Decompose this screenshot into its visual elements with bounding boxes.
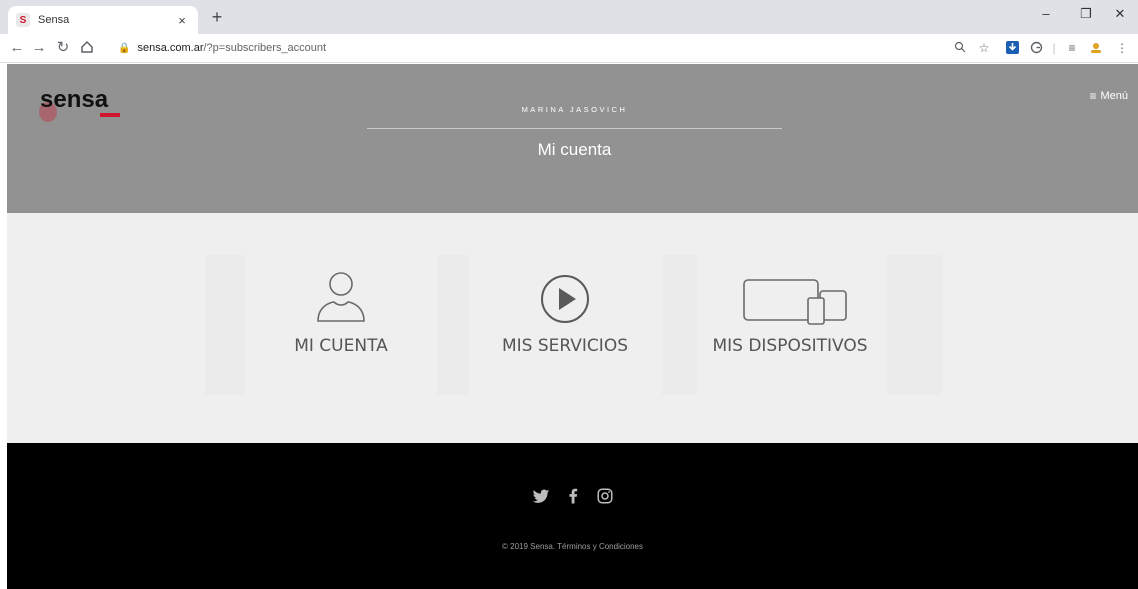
browser-tabstrip: S Sensa × + – ❐ ✕ bbox=[0, 0, 1138, 34]
restore-button[interactable]: ❐ bbox=[1072, 6, 1100, 22]
tab-close-icon[interactable]: × bbox=[174, 13, 190, 28]
devices-icon bbox=[743, 279, 847, 325]
bookmark-star-icon[interactable]: ☆ bbox=[976, 41, 992, 57]
browser-toolbar: ← → ↻ 🔒 sensa.com.ar/?p=subscribers_acco… bbox=[0, 34, 1138, 63]
minimize-button[interactable]: – bbox=[1032, 6, 1060, 21]
my-account-card[interactable]: MI CUENTA bbox=[241, 268, 441, 368]
back-icon[interactable]: ← bbox=[8, 40, 26, 58]
play-circle-icon bbox=[541, 275, 589, 323]
copyright-text[interactable]: © 2019 Sensa. Términos y Condiciones bbox=[7, 542, 1138, 551]
social-links bbox=[7, 487, 1138, 505]
facebook-icon[interactable] bbox=[564, 487, 582, 505]
svg-text:sensa: sensa bbox=[40, 86, 109, 113]
favicon-icon: S bbox=[16, 13, 30, 27]
forward-icon[interactable]: → bbox=[30, 40, 48, 58]
header-divider bbox=[367, 128, 782, 129]
user-name: MARINA JASOVICH bbox=[521, 105, 628, 114]
card-label: MI CUENTA bbox=[294, 336, 388, 356]
window-close-button[interactable]: ✕ bbox=[1106, 6, 1134, 22]
twitter-icon[interactable] bbox=[532, 487, 550, 505]
card-label: MIS SERVICIOS bbox=[502, 336, 628, 356]
page-title: Mi cuenta bbox=[537, 140, 612, 159]
media-playlist-icon[interactable]: ≡ bbox=[1064, 41, 1080, 57]
my-devices-card[interactable]: MIS DISPOSITIVOS bbox=[690, 268, 890, 368]
menu-button[interactable]: ≡ Menú bbox=[1089, 89, 1128, 103]
tab-title: Sensa bbox=[38, 14, 70, 26]
account-options: MI CUENTA MIS SERVICIOS MIS DISPOSITIVOS bbox=[7, 213, 1138, 443]
sensa-logo[interactable]: sensa bbox=[36, 86, 126, 122]
zoom-icon[interactable] bbox=[952, 41, 968, 57]
menu-label: Menú bbox=[1100, 90, 1128, 102]
extension-g-icon[interactable] bbox=[1028, 41, 1044, 57]
new-tab-button[interactable]: + bbox=[206, 8, 228, 28]
reload-icon[interactable]: ↻ bbox=[54, 40, 72, 58]
card-label: MIS DISPOSITIVOS bbox=[712, 336, 868, 356]
toolbar-separator: | bbox=[1052, 41, 1056, 55]
address-bar[interactable]: 🔒 sensa.com.ar/?p=subscribers_account bbox=[118, 37, 998, 59]
chrome-menu-icon[interactable]: ⋮ bbox=[1114, 41, 1130, 57]
url-text: sensa.com.ar/?p=subscribers_account bbox=[137, 42, 327, 54]
browser-tab[interactable]: S Sensa × bbox=[8, 6, 198, 34]
profile-avatar-icon[interactable] bbox=[1088, 41, 1104, 57]
extension-download-icon[interactable] bbox=[1004, 41, 1020, 57]
home-icon[interactable] bbox=[78, 40, 96, 58]
page-footer: © 2019 Sensa. Términos y Condiciones bbox=[7, 443, 1138, 589]
card-backdrop bbox=[887, 255, 942, 395]
card-backdrop bbox=[205, 255, 245, 395]
page-header: sensa ≡ Menú MARINA JASOVICH Mi cuenta bbox=[7, 64, 1138, 213]
hamburger-icon: ≡ bbox=[1089, 89, 1097, 103]
my-services-card[interactable]: MIS SERVICIOS bbox=[465, 268, 665, 368]
lock-icon: 🔒 bbox=[118, 42, 131, 54]
user-icon bbox=[317, 272, 365, 322]
instagram-icon[interactable] bbox=[596, 487, 614, 505]
